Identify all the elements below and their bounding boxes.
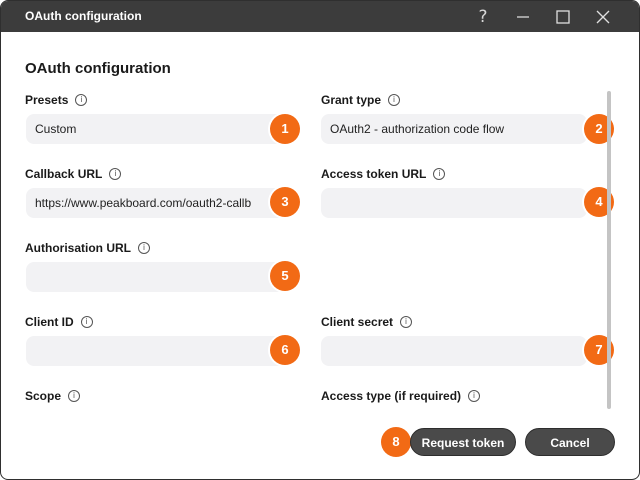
callback-url-label: Callback URL i xyxy=(25,167,122,181)
request-token-button[interactable]: Request token xyxy=(410,428,516,456)
access-token-url-label: Access token URL i xyxy=(321,167,446,181)
access-token-url-label-text: Access token URL xyxy=(321,167,427,181)
step-badge-6: 6 xyxy=(270,335,300,365)
presets-select[interactable]: Custom xyxy=(26,114,288,144)
scope-label: Scope i xyxy=(25,389,81,403)
grant-type-label-text: Grant type xyxy=(321,93,382,107)
info-icon[interactable]: i xyxy=(138,242,150,254)
question-mark-icon[interactable]: ? xyxy=(463,1,503,32)
grant-type-label: Grant type i xyxy=(321,93,401,107)
callback-url-field[interactable]: https://www.peakboard.com/oauth2-callb xyxy=(26,188,288,218)
callback-url-label-text: Callback URL xyxy=(25,167,103,181)
oauth-dialog: OAuth configuration ? OAuth configuratio… xyxy=(0,0,640,480)
window-title: OAuth configuration xyxy=(25,9,142,23)
info-icon[interactable]: i xyxy=(75,94,88,106)
info-icon[interactable]: i xyxy=(109,168,122,180)
client-secret-field[interactable] xyxy=(321,336,587,366)
maximize-icon[interactable] xyxy=(543,1,583,32)
authorisation-url-label-text: Authorisation URL xyxy=(25,241,131,255)
minimize-icon[interactable] xyxy=(503,1,543,32)
authorisation-url-field[interactable] xyxy=(26,262,288,292)
step-badge-8: 8 xyxy=(381,427,411,457)
client-id-label: Client ID i xyxy=(25,315,93,329)
info-icon[interactable]: i xyxy=(468,390,481,402)
cancel-button[interactable]: Cancel xyxy=(525,428,615,456)
title-bar: OAuth configuration ? xyxy=(1,1,639,32)
access-token-url-field[interactable] xyxy=(321,188,587,218)
presets-label: Presets i xyxy=(25,93,88,107)
info-icon[interactable]: i xyxy=(388,94,401,106)
access-type-label-text: Access type (if required) xyxy=(321,389,462,403)
info-icon[interactable]: i xyxy=(400,316,413,328)
vertical-scrollbar[interactable] xyxy=(607,91,611,409)
step-badge-5: 5 xyxy=(270,261,300,291)
access-type-label: Access type (if required) i xyxy=(321,389,481,403)
client-secret-label: Client secret i xyxy=(321,315,413,329)
form-heading: OAuth configuration xyxy=(25,60,171,77)
info-icon[interactable]: i xyxy=(68,390,81,402)
info-icon[interactable]: i xyxy=(433,168,446,180)
close-icon[interactable] xyxy=(583,1,623,32)
client-secret-label-text: Client secret xyxy=(321,315,394,329)
scope-label-text: Scope xyxy=(25,389,62,403)
client-id-label-text: Client ID xyxy=(25,315,74,329)
step-badge-3: 3 xyxy=(270,187,300,217)
presets-label-text: Presets xyxy=(25,93,69,107)
step-badge-1: 1 xyxy=(270,114,300,144)
authorisation-url-label: Authorisation URL i xyxy=(25,241,150,255)
client-id-field[interactable] xyxy=(26,336,288,366)
grant-type-select[interactable]: OAuth2 - authorization code flow xyxy=(321,114,587,144)
info-icon[interactable]: i xyxy=(80,316,93,328)
